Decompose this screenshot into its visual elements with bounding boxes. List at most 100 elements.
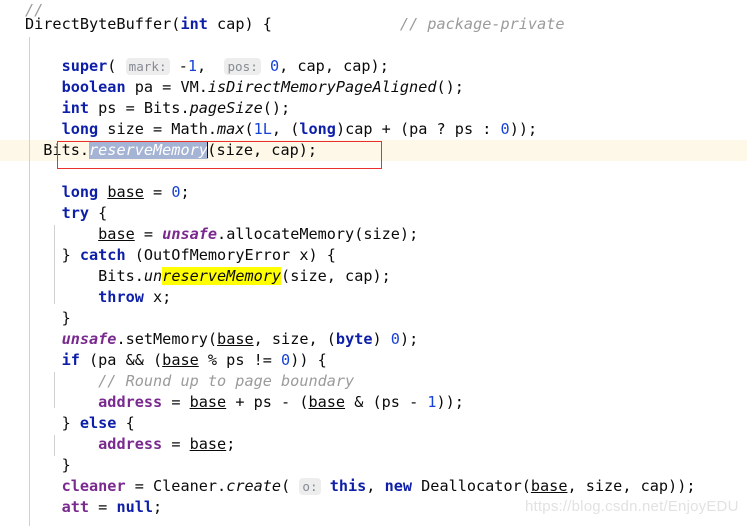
keyword-byte: byte bbox=[335, 330, 373, 348]
code-line-7[interactable]: long size = Math.max(1L, (long)cap + (pa… bbox=[0, 119, 538, 140]
code-line-12[interactable]: base = unsafe.allocateMemory(size); bbox=[0, 224, 418, 245]
method-create: create bbox=[226, 477, 282, 495]
brace-open: { bbox=[89, 204, 108, 222]
local-var-base: base bbox=[189, 435, 227, 453]
number-1: 1 bbox=[427, 393, 437, 411]
call-args: (size, cap); bbox=[281, 267, 391, 285]
code-line-3-blank[interactable] bbox=[0, 35, 25, 56]
code-line-20[interactable]: address = base + ps - (base & (ps - 1)); bbox=[0, 392, 464, 413]
assign-op: = bbox=[89, 498, 117, 516]
code-line-25[interactable]: att = null; bbox=[0, 497, 163, 518]
local-var-base: base bbox=[162, 351, 199, 369]
param-cap: cap) { bbox=[207, 15, 272, 33]
assign-op: = bbox=[143, 183, 172, 201]
field-address: address bbox=[98, 435, 163, 453]
class-bits: Bits. bbox=[98, 267, 144, 285]
code-line-6[interactable]: int ps = Bits.pageSize(); bbox=[0, 98, 291, 119]
selected-text-reserveMemory[interactable]: reserveMemory bbox=[89, 141, 208, 159]
cleaner-create: = Cleaner. bbox=[125, 477, 227, 495]
expr-end: )); bbox=[509, 120, 538, 138]
watermark-text: https://blog.csdn.net/EnjoyEDU bbox=[525, 498, 739, 515]
code-line-23[interactable]: } bbox=[0, 455, 71, 476]
code-line-16[interactable]: } bbox=[0, 308, 71, 329]
number-1L: 1L bbox=[253, 120, 272, 138]
code-line-22[interactable]: address = base; bbox=[0, 434, 235, 455]
code-line-9-blank[interactable] bbox=[0, 161, 25, 182]
keyword-boolean: boolean bbox=[61, 78, 126, 96]
code-line-14-unreserve-memory[interactable]: Bits.unreserveMemory(size, cap); bbox=[0, 266, 391, 287]
local-var-base: base bbox=[189, 393, 227, 411]
keyword-new: new bbox=[384, 477, 413, 495]
keyword-int: int bbox=[180, 15, 208, 33]
code-line-11[interactable]: try { bbox=[0, 203, 108, 224]
call-args: (size, cap); bbox=[207, 141, 318, 159]
code-line-2[interactable]: DirectByteBuffer(int cap) { // package-p… bbox=[0, 14, 565, 35]
code-line-24[interactable]: cleaner = Cleaner.create( o: this, new D… bbox=[0, 476, 695, 497]
ternary-expr: )cap + (pa ? ps : bbox=[335, 120, 501, 138]
semicolon: ; bbox=[180, 183, 190, 201]
keyword-throw: throw bbox=[98, 288, 144, 306]
code-line-17[interactable]: unsafe.setMemory(base, size, (byte) 0); bbox=[0, 329, 419, 350]
brace-close: } bbox=[61, 246, 80, 264]
keyword-try: try bbox=[61, 204, 90, 222]
keyword-null: null bbox=[116, 498, 154, 516]
method-prefix-un: un bbox=[143, 267, 163, 285]
code-line-15[interactable]: throw x; bbox=[0, 287, 171, 308]
keyword-if: if bbox=[61, 351, 80, 369]
keyword-catch: catch bbox=[79, 246, 126, 264]
assign-op: = bbox=[134, 225, 163, 243]
expr-mid2: & (ps - bbox=[345, 393, 428, 411]
number-0: 0 bbox=[281, 351, 291, 369]
static-field-unsafe: unsafe bbox=[61, 330, 117, 348]
keyword-else: else bbox=[79, 414, 117, 432]
brace-close: } bbox=[61, 456, 71, 474]
param-hint-pos: pos: bbox=[224, 58, 261, 75]
call-end: (); bbox=[262, 99, 291, 117]
brace-open: { bbox=[116, 414, 135, 432]
code-line-8-reserve-memory[interactable]: Bits.reserveMemory(size, cap); bbox=[0, 140, 317, 161]
local-var-base: base bbox=[107, 183, 144, 201]
field-cleaner: cleaner bbox=[61, 477, 126, 495]
keyword-long: long bbox=[61, 120, 99, 138]
comment-package-private: // package-private bbox=[399, 15, 565, 33]
code-line-21[interactable]: } else { bbox=[0, 413, 135, 434]
code-line-10[interactable]: long base = 0; bbox=[0, 182, 190, 203]
code-line-18[interactable]: if (pa && (base % ps != 0)) { bbox=[0, 350, 327, 371]
expr-mid: + ps - ( bbox=[226, 393, 309, 411]
code-line-19[interactable]: // Round up to page boundary bbox=[0, 371, 354, 392]
assign-op: = bbox=[162, 393, 190, 411]
assign-ps: ps = Bits. bbox=[89, 99, 190, 117]
code-editor-viewport[interactable]: // DirectByteBuffer(int cap) { // packag… bbox=[0, 0, 747, 526]
paren-open: ( bbox=[281, 477, 291, 495]
code-line-4[interactable]: super( mark: -1, pos: 0, cap, cap); bbox=[0, 56, 389, 77]
semicolon: ; bbox=[153, 498, 163, 516]
code-line-13[interactable]: } catch (OutOfMemoryError x) { bbox=[0, 245, 336, 266]
assign-op: = bbox=[162, 435, 190, 453]
code-line-5[interactable]: boolean pa = VM.isDirectMemoryPageAligne… bbox=[0, 77, 464, 98]
throw-arg: x; bbox=[143, 288, 172, 306]
comma: , bbox=[366, 477, 385, 495]
find-match-reserveMemory[interactable]: reserveMemory bbox=[162, 267, 282, 285]
cond-open: (pa && ( bbox=[79, 351, 163, 369]
static-field-unsafe: unsafe bbox=[162, 225, 218, 243]
constructor-name: DirectByteBuffer( bbox=[25, 15, 181, 33]
semicolon: ; bbox=[226, 435, 236, 453]
keyword-int: int bbox=[61, 99, 90, 117]
assign-size: size = Math. bbox=[98, 120, 218, 138]
